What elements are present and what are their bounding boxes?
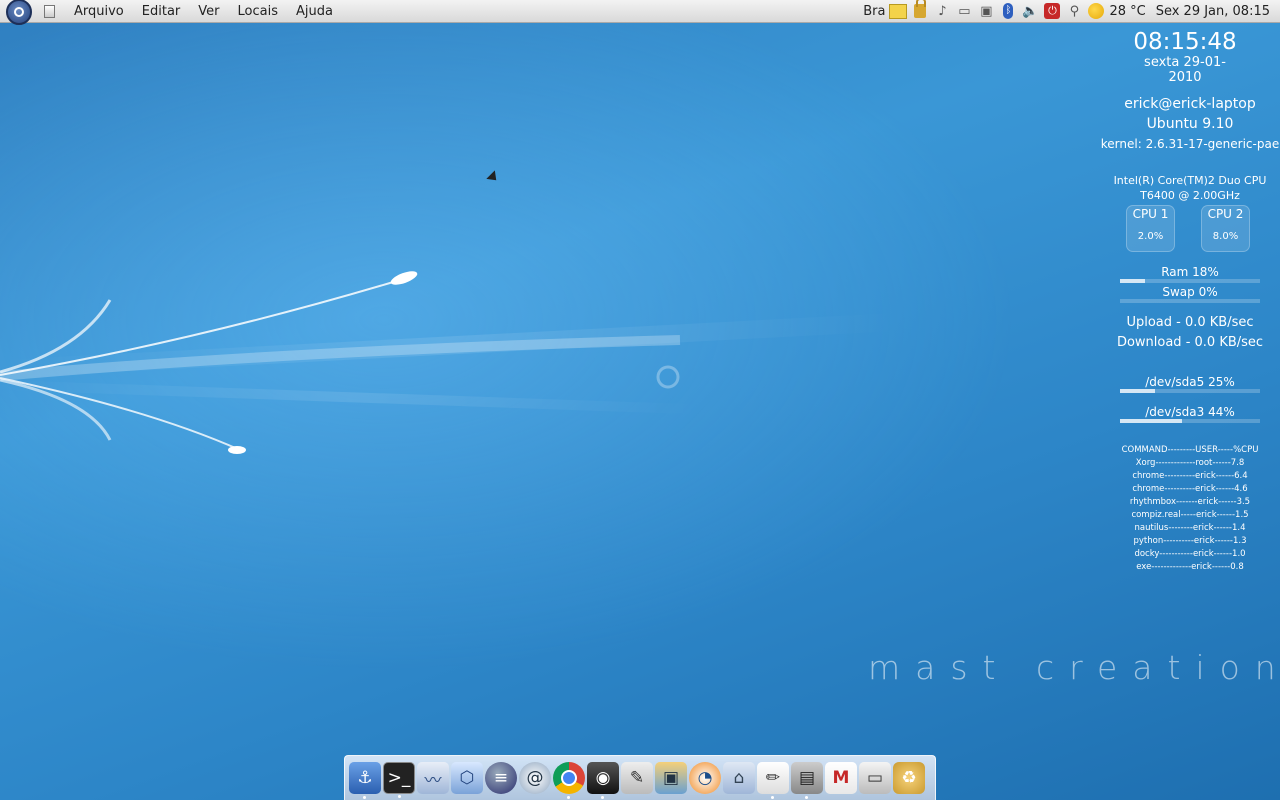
wallpaper-flourish bbox=[0, 271, 681, 454]
conky-sysinfo: erick@erick-laptop Ubuntu 9.10 kernel: 2… bbox=[1100, 94, 1280, 154]
battery-icon[interactable]: ▭ bbox=[955, 3, 973, 19]
text-editor-icon[interactable]: ✏ bbox=[757, 762, 789, 799]
disk-sda5-bar bbox=[1120, 389, 1260, 393]
conky-user: erick@erick-laptop bbox=[1124, 96, 1256, 112]
process-row: docky-----------erick------1.0 bbox=[1134, 549, 1246, 559]
process-row: exe-------------erick------0.8 bbox=[1136, 562, 1244, 572]
disk-sda3-label: /dev/sda3 44% bbox=[1145, 405, 1235, 419]
process-row: chrome----------erick------4.6 bbox=[1132, 484, 1248, 494]
email-client-icon[interactable]: @ bbox=[519, 762, 551, 794]
sticky-notes-icon[interactable] bbox=[889, 3, 908, 19]
conky-date: sexta 29-01-2010 bbox=[1144, 55, 1226, 85]
process-row: rhythmbox-------erick------3.5 bbox=[1129, 497, 1251, 507]
rhythmbox-speaker-icon[interactable]: ◉ bbox=[587, 762, 619, 799]
image-viewer-icon[interactable]: ▣ bbox=[655, 762, 687, 794]
weather-icon[interactable] bbox=[1087, 3, 1105, 19]
trash-icon[interactable]: ♻ bbox=[893, 762, 925, 794]
virtualbox-icon[interactable]: ⬡ bbox=[451, 762, 483, 794]
cpu2-label: CPU 2 bbox=[1207, 207, 1244, 221]
window-document-icon[interactable] bbox=[44, 4, 55, 18]
dock: ⚓ >_ 〰 ⬡ ≡ @ ◉ ✎ ▣ ◔ ⌂ ✏ ▤ M ▭ ♻ bbox=[344, 755, 936, 800]
system-monitor-icon[interactable]: 〰 bbox=[417, 762, 449, 794]
wallpaper-watermark: mast creation bbox=[868, 648, 1280, 687]
process-row: compiz.real-----erick------1.5 bbox=[1131, 510, 1249, 520]
anchor-icon[interactable]: ⚓ bbox=[349, 762, 381, 799]
blender-icon[interactable]: ◔ bbox=[689, 762, 721, 794]
file-cabinet-icon[interactable]: ▤ bbox=[791, 762, 823, 799]
keyboard-layout-indicator[interactable]: Bra bbox=[863, 4, 885, 19]
search-icon[interactable]: ⚲ bbox=[1065, 3, 1083, 19]
menu-editar[interactable]: Editar bbox=[133, 4, 190, 19]
process-row: python----------erick------1.3 bbox=[1133, 536, 1247, 546]
home-folder-icon[interactable]: ⌂ bbox=[723, 762, 755, 794]
chrome-icon[interactable] bbox=[553, 762, 585, 799]
terminal-icon[interactable]: >_ bbox=[383, 762, 415, 798]
gmail-icon[interactable]: M bbox=[825, 762, 857, 794]
volume-icon[interactable]: 🔈 bbox=[1021, 3, 1039, 19]
lock-icon[interactable] bbox=[911, 0, 929, 19]
cpu-model-line2: T6400 @ 2.00GHz bbox=[1140, 189, 1240, 202]
disk-sda5-label: /dev/sda5 25% bbox=[1145, 375, 1235, 389]
swap-bar bbox=[1120, 299, 1260, 303]
ram-label: Ram 18% bbox=[1161, 265, 1219, 279]
menu-locais[interactable]: Locais bbox=[229, 4, 287, 19]
ram-bar bbox=[1120, 279, 1260, 283]
conky-cpu-model: Intel(R) Core(TM)2 Duo CPU T6400 @ 2.00G… bbox=[1100, 173, 1280, 203]
top-panel: Arquivo Editar Ver Locais Ajuda Bra ♪ ▭ … bbox=[0, 0, 1280, 25]
cpu1-gauge: CPU 1 2.0% bbox=[1126, 205, 1175, 252]
network-icon[interactable]: ▣ bbox=[977, 3, 995, 19]
process-row: nautilus--------erick------1.4 bbox=[1134, 523, 1246, 533]
swap-label: Swap 0% bbox=[1162, 285, 1218, 299]
conky-time: 08:15:48 bbox=[1133, 29, 1237, 55]
paint-brush-icon[interactable]: ✎ bbox=[621, 762, 653, 794]
cpu1-usage: 2.0% bbox=[1137, 231, 1164, 242]
menu-ajuda[interactable]: Ajuda bbox=[287, 4, 342, 19]
download-rate: Download - 0.0 KB/sec bbox=[1116, 335, 1264, 350]
cpu1-label: CPU 1 bbox=[1132, 207, 1169, 221]
cpu2-gauge: CPU 2 8.0% bbox=[1201, 205, 1250, 252]
menu-ver[interactable]: Ver bbox=[189, 4, 228, 19]
mouse-cursor-icon bbox=[486, 170, 501, 185]
conky-os: Ubuntu 9.10 bbox=[1146, 116, 1234, 132]
drive-icon[interactable]: ▭ bbox=[859, 762, 891, 794]
clock[interactable]: Sex 29 Jan, 08:15 bbox=[1156, 4, 1270, 19]
bluetooth-icon[interactable]: ᛒ bbox=[999, 3, 1017, 19]
weather-temperature[interactable]: 28 °C bbox=[1109, 4, 1145, 19]
system-tray: Bra ♪ ▭ ▣ ᛒ 🔈 ⏻ ⚲ 28 °C Sex 29 Jan, 08:1… bbox=[863, 0, 1280, 19]
cpu-model-line1: Intel(R) Core(TM)2 Duo CPU bbox=[1113, 174, 1267, 187]
process-row: chrome----------erick------6.4 bbox=[1132, 471, 1248, 481]
disk-sda3-bar bbox=[1120, 419, 1260, 423]
cpu2-usage: 8.0% bbox=[1212, 231, 1239, 242]
process-list: COMMAND---------USER-----%CPU Xorg------… bbox=[1100, 444, 1280, 574]
ubuntu-logo-icon[interactable] bbox=[6, 0, 32, 25]
conky-kernel: kernel: 2.6.31-17-generic-pae bbox=[1100, 137, 1280, 151]
process-row: Xorg-------------root------7.8 bbox=[1135, 458, 1245, 468]
power-icon[interactable]: ⏻ bbox=[1043, 3, 1061, 19]
process-row: COMMAND---------USER-----%CPU bbox=[1121, 445, 1259, 455]
menu-arquivo[interactable]: Arquivo bbox=[65, 4, 133, 19]
upload-rate: Upload - 0.0 KB/sec bbox=[1126, 315, 1254, 330]
eclipse-icon[interactable]: ≡ bbox=[485, 762, 517, 794]
music-note-icon[interactable]: ♪ bbox=[933, 3, 951, 19]
